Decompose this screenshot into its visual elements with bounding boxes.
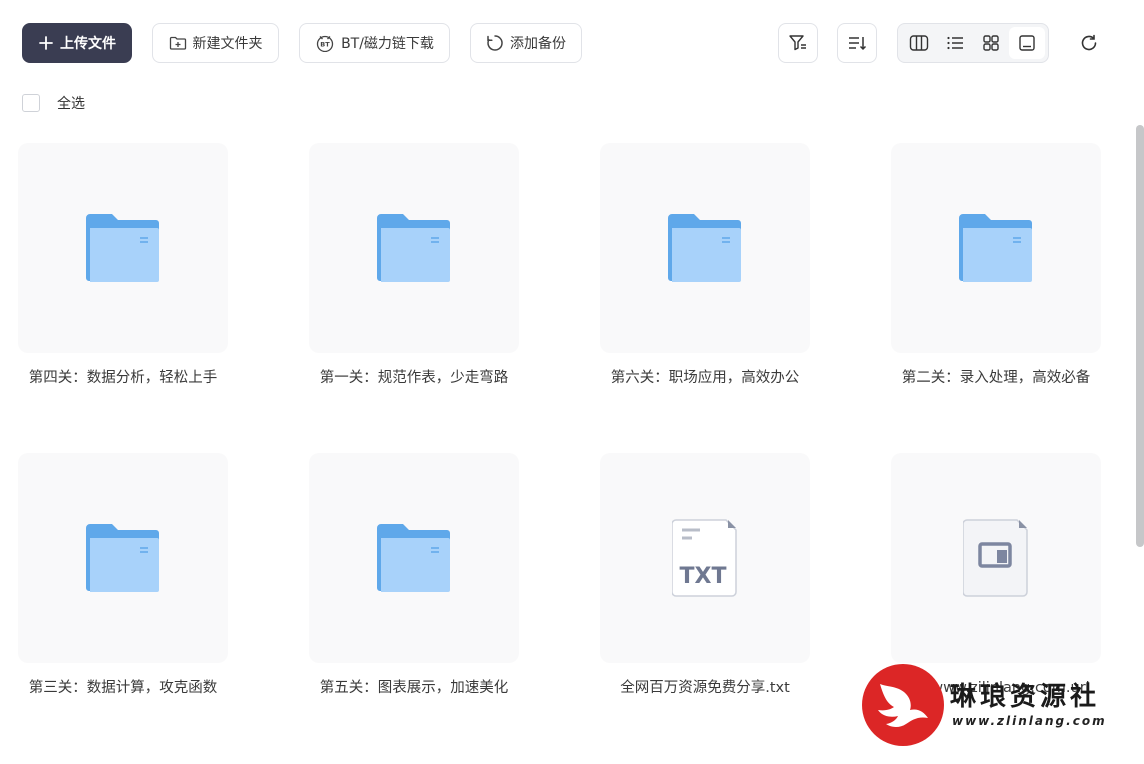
file-card[interactable]: 第二关：录入处理，高效必备 — [891, 143, 1101, 390]
bt-download-label: BT/磁力链下载 — [341, 36, 434, 52]
column-view-button[interactable] — [901, 27, 937, 59]
file-name: 第六关：职场应用，高效办公 — [610, 370, 800, 386]
folder-icon — [668, 214, 741, 282]
add-backup-button[interactable]: 添加备份 — [470, 23, 582, 63]
file-name: 第二关：录入处理，高效必备 — [901, 370, 1091, 386]
grid-view-icon — [983, 35, 999, 51]
backup-icon — [487, 35, 503, 51]
file-name: 第五关：图表展示，加速美化 — [319, 680, 509, 696]
file-thumbnail[interactable] — [18, 143, 228, 353]
list-view-button[interactable] — [937, 27, 973, 59]
filter-icon — [789, 35, 806, 51]
file-thumbnail[interactable] — [309, 143, 519, 353]
list-view-icon — [947, 36, 963, 50]
new-folder-label: 新建文件夹 — [192, 36, 263, 52]
file-thumbnail[interactable] — [891, 453, 1101, 663]
watermark-subtitle: www.zlinlang.com — [952, 714, 1107, 728]
new-folder-button[interactable]: 新建文件夹 — [152, 23, 279, 63]
folder-icon — [86, 214, 159, 282]
watermark: 琳琅资源社 www.zlinlang.com — [860, 662, 1130, 752]
select-all[interactable]: 全选 — [22, 93, 85, 113]
watermark-logo-icon — [862, 664, 944, 746]
preview-view-icon — [1019, 35, 1035, 51]
grid-view-button[interactable] — [973, 27, 1009, 59]
folder-icon — [86, 524, 159, 592]
file-card[interactable]: 第五关：图表展示，加速美化 — [309, 453, 519, 700]
bt-icon: BT — [316, 35, 334, 52]
folder-icon — [377, 214, 450, 282]
file-card[interactable]: TXT 全网百万资源免费分享.txt — [600, 453, 810, 700]
file-thumbnail[interactable] — [891, 143, 1101, 353]
file-thumbnail[interactable]: TXT — [600, 453, 810, 663]
upload-button[interactable]: 上传文件 — [22, 23, 132, 63]
new-folder-icon — [169, 36, 186, 50]
refresh-icon — [1081, 34, 1097, 51]
refresh-button[interactable] — [1069, 23, 1109, 63]
file-name: 第四关：数据分析，轻松上手 — [28, 370, 218, 386]
preview-view-button[interactable] — [1009, 27, 1045, 59]
file-thumbnail[interactable] — [600, 143, 810, 353]
txt-file-icon: TXT — [672, 519, 737, 597]
folder-icon — [377, 524, 450, 592]
file-name: 第三关：数据计算，攻克函数 — [28, 680, 218, 696]
sort-button[interactable] — [837, 23, 877, 63]
folder-icon — [959, 214, 1032, 282]
plus-icon — [39, 36, 53, 50]
file-name: 第一关：规范作表，少走弯路 — [319, 370, 509, 386]
toolbar: 上传文件 新建文件夹 BT BT/磁力链下载 添加备份 — [0, 0, 1144, 86]
file-card[interactable]: 第六关：职场应用，高效办公 — [600, 143, 810, 390]
file-name: 全网百万资源免费分享.txt — [620, 680, 790, 696]
filter-button[interactable] — [778, 23, 818, 63]
txt-badge: TXT — [680, 564, 727, 589]
select-all-label: 全选 — [57, 96, 85, 112]
file-card[interactable]: 第一关：规范作表，少走弯路 — [309, 143, 519, 390]
file-card[interactable]: 第四关：数据分析，轻松上手 — [18, 143, 228, 390]
svg-text:BT: BT — [320, 41, 330, 49]
add-backup-label: 添加备份 — [510, 36, 566, 52]
select-all-checkbox[interactable] — [22, 94, 40, 112]
view-mode-switch — [897, 23, 1049, 63]
watermark-title: 琳琅资源社 — [950, 682, 1101, 712]
file-thumbnail[interactable] — [309, 453, 519, 663]
url-file-icon — [963, 519, 1028, 597]
column-view-icon — [909, 35, 929, 51]
upload-button-label: 上传文件 — [60, 36, 116, 52]
bt-download-button[interactable]: BT BT/磁力链下载 — [299, 23, 450, 63]
vertical-scrollbar[interactable] — [1136, 125, 1144, 547]
sort-icon — [849, 37, 867, 51]
file-card[interactable]: 第三关：数据计算，攻克函数 — [18, 453, 228, 700]
file-thumbnail[interactable] — [18, 453, 228, 663]
